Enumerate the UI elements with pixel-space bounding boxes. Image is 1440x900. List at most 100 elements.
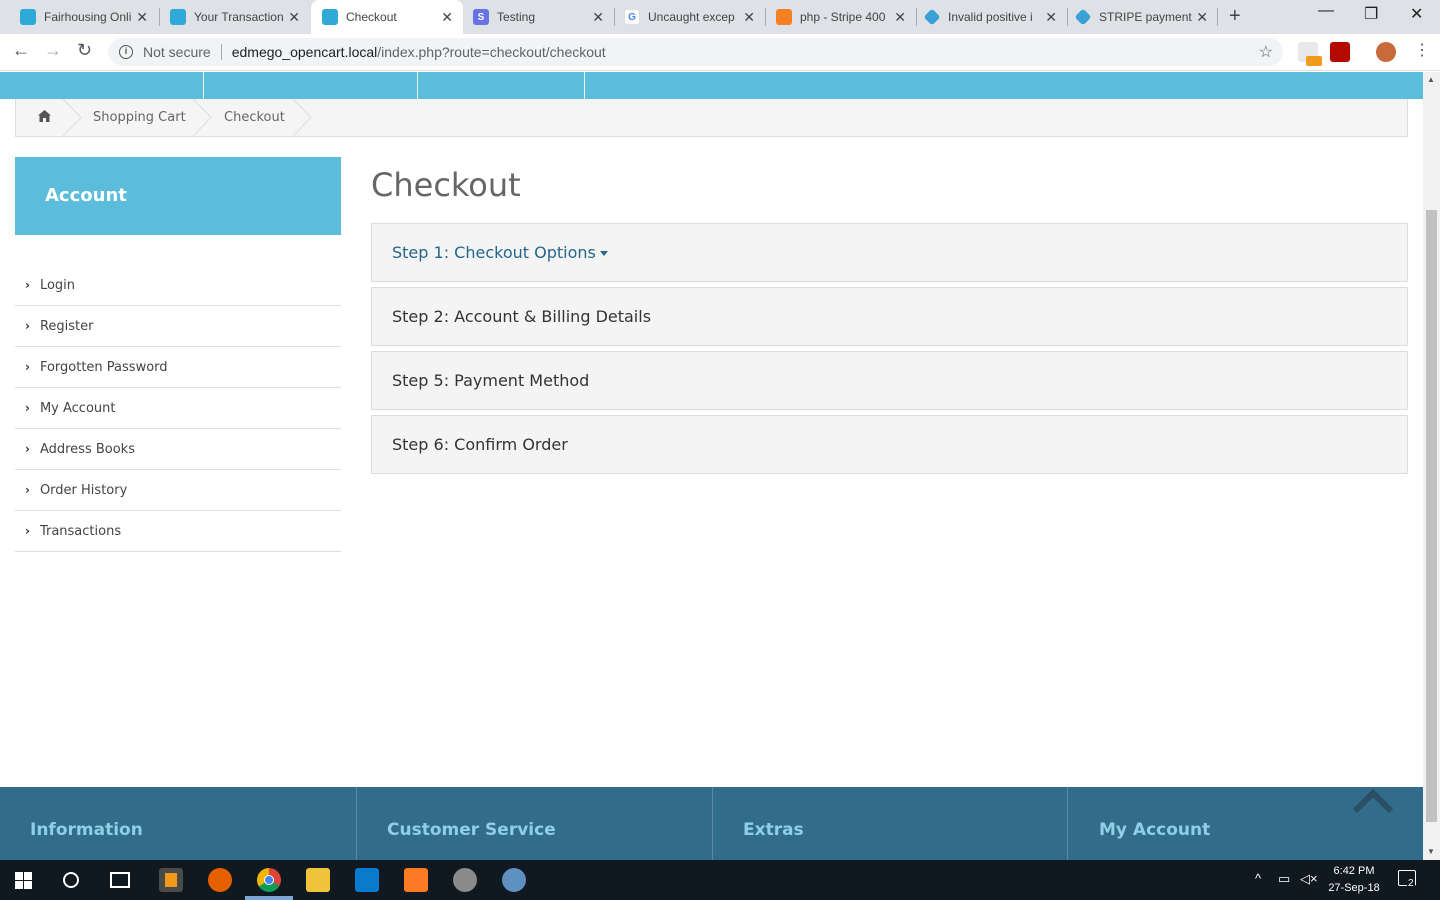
windows-start-icon[interactable]	[15, 872, 32, 889]
search-cortana-icon[interactable]	[63, 872, 79, 888]
scroll-up-arrow-icon[interactable]: ▲	[1427, 75, 1435, 84]
account-link-order-history[interactable]: › Order History	[15, 470, 341, 511]
tab-title: Checkout	[346, 10, 397, 24]
tab-title: php - Stripe 400	[800, 10, 886, 24]
account-link-my-account[interactable]: › My Account	[15, 388, 341, 429]
step-label: Step 2: Account & Billing Details	[392, 307, 652, 326]
new-tab-plus-icon[interactable]: +	[1229, 5, 1241, 28]
site-favicon-icon	[322, 9, 338, 25]
home-icon[interactable]	[38, 99, 51, 136]
site-footer: Information Customer Service Extras My A…	[0, 787, 1423, 860]
chevron-right-icon: ›	[25, 401, 30, 415]
step-2-billing-details-panel[interactable]: Step 2: Account & Billing Details	[371, 287, 1408, 346]
extension-off-icon[interactable]	[1298, 42, 1322, 66]
browser-tab[interactable]: STRIPE payment ✕	[1068, 0, 1218, 34]
clock-time: 6:42 PM	[1333, 865, 1375, 877]
stackoverflow-favicon-icon	[776, 9, 792, 25]
browser-tab-strip: Fairhousing Onli ✕ Your Transaction ✕ Ch…	[0, 0, 1440, 34]
account-link-label: Transactions	[39, 523, 122, 539]
close-tab-icon[interactable]: ✕	[1196, 9, 1208, 26]
account-link-address-books[interactable]: › Address Books	[15, 429, 341, 470]
close-tab-icon[interactable]: ✕	[441, 9, 453, 26]
account-link-label: Order History	[39, 482, 128, 498]
account-link-label: My Account	[39, 400, 116, 416]
back-arrow-icon[interactable]: ←	[12, 40, 30, 61]
address-separator	[220, 44, 222, 60]
xampp-icon[interactable]	[404, 868, 428, 892]
info-icon[interactable]: i	[119, 45, 133, 59]
page-scrollbar[interactable]: ▲ ▼	[1423, 72, 1440, 860]
maximize-window-icon[interactable]: ❐	[1364, 4, 1378, 24]
chevron-right-icon: ›	[25, 524, 30, 538]
step-label: Step 6: Confirm Order	[392, 435, 568, 454]
close-tab-icon[interactable]: ✕	[136, 9, 148, 26]
browser-tab[interactable]: php - Stripe 400 ✕	[766, 0, 916, 34]
chevron-right-icon: ›	[25, 442, 30, 456]
address-bar[interactable]: i Not secure edmego_opencart.local/index…	[108, 38, 1283, 66]
breadcrumb-chevron	[192, 98, 213, 137]
account-link-forgotten-password[interactable]: › Forgotten Password	[15, 347, 341, 388]
step-5-payment-method-panel[interactable]: Step 5: Payment Method	[371, 351, 1408, 410]
url-path: /index.php?route=checkout/checkout	[377, 44, 606, 60]
vscode-icon[interactable]	[355, 868, 379, 892]
nav-divider	[203, 72, 204, 99]
paint-icon[interactable]	[502, 868, 526, 892]
breadcrumb-shopping-cart[interactable]: Shopping Cart	[93, 99, 186, 136]
breadcrumb-checkout[interactable]: Checkout	[224, 99, 285, 136]
site-favicon-icon	[20, 9, 36, 25]
close-window-icon[interactable]: ✕	[1410, 4, 1423, 24]
network-icon[interactable]: ▭	[1278, 871, 1290, 887]
account-link-label: Login	[39, 277, 76, 293]
account-link-login[interactable]: › Login	[15, 265, 341, 306]
scroll-down-arrow-icon[interactable]: ▼	[1427, 847, 1435, 856]
app-icon[interactable]	[453, 868, 477, 892]
sublime-text-icon[interactable]	[159, 868, 183, 892]
close-tab-icon[interactable]: ✕	[592, 9, 604, 26]
browser-tab[interactable]: G Uncaught excep ✕	[615, 0, 765, 34]
scrollbar-thumb[interactable]	[1426, 210, 1437, 822]
close-tab-icon[interactable]: ✕	[288, 9, 300, 26]
close-tab-icon[interactable]: ✕	[894, 9, 906, 26]
account-link-register[interactable]: › Register	[15, 306, 341, 347]
step-1-checkout-options-panel[interactable]: Step 1: Checkout Options	[371, 223, 1408, 282]
file-explorer-icon[interactable]	[306, 868, 330, 892]
volume-muted-icon[interactable]: ◁×	[1300, 871, 1318, 887]
chrome-icon[interactable]	[257, 868, 281, 892]
acrobat-extension-icon[interactable]	[1330, 42, 1350, 62]
reload-icon[interactable]: ↻	[77, 40, 92, 61]
scroll-to-top-icon[interactable]	[1352, 787, 1394, 817]
account-link-label: Address Books	[39, 441, 135, 457]
task-view-icon[interactable]	[110, 872, 130, 888]
stripe-favicon-icon: S	[473, 9, 489, 25]
step-6-confirm-order-panel[interactable]: Step 6: Confirm Order	[371, 415, 1408, 474]
show-hidden-icons-chevron-icon[interactable]: ^	[1255, 871, 1261, 886]
top-navigation-bar	[0, 72, 1423, 99]
profile-avatar-icon[interactable]	[1376, 42, 1396, 62]
tab-title: STRIPE payment	[1099, 10, 1192, 24]
browser-tab-active[interactable]: Checkout ✕	[311, 0, 463, 34]
step-label: Step 1: Checkout Options	[392, 243, 596, 262]
action-center-icon[interactable]: 2	[1398, 870, 1416, 889]
diamond-favicon-icon	[1074, 8, 1092, 26]
browser-tab[interactable]: Invalid positive i ✕	[917, 0, 1067, 34]
diamond-favicon-icon	[923, 8, 941, 26]
chrome-menu-icon[interactable]: ⋮	[1414, 40, 1430, 60]
close-tab-icon[interactable]: ✕	[743, 9, 755, 26]
active-app-indicator	[245, 896, 293, 900]
browser-tab[interactable]: S Testing ✕	[464, 0, 614, 34]
account-link-transactions[interactable]: › Transactions	[15, 511, 341, 552]
tab-separator	[1217, 8, 1218, 26]
site-favicon-icon	[170, 9, 186, 25]
breadcrumb-chevron	[292, 98, 313, 137]
firefox-icon[interactable]	[208, 868, 232, 892]
bookmark-star-icon[interactable]: ☆	[1259, 42, 1273, 62]
nav-divider	[417, 72, 418, 99]
close-tab-icon[interactable]: ✕	[1045, 9, 1057, 26]
forward-arrow-icon[interactable]: →	[44, 40, 62, 61]
minimize-window-icon[interactable]: —	[1318, 2, 1334, 20]
browser-tab[interactable]: Fairhousing Onli ✕	[0, 0, 158, 34]
notification-count: 2	[1407, 878, 1415, 889]
footer-heading-information: Information	[30, 820, 143, 840]
browser-tab[interactable]: Your Transaction ✕	[160, 0, 310, 34]
taskbar-clock[interactable]: 6:42 PM 27-Sep-18	[1324, 863, 1384, 897]
